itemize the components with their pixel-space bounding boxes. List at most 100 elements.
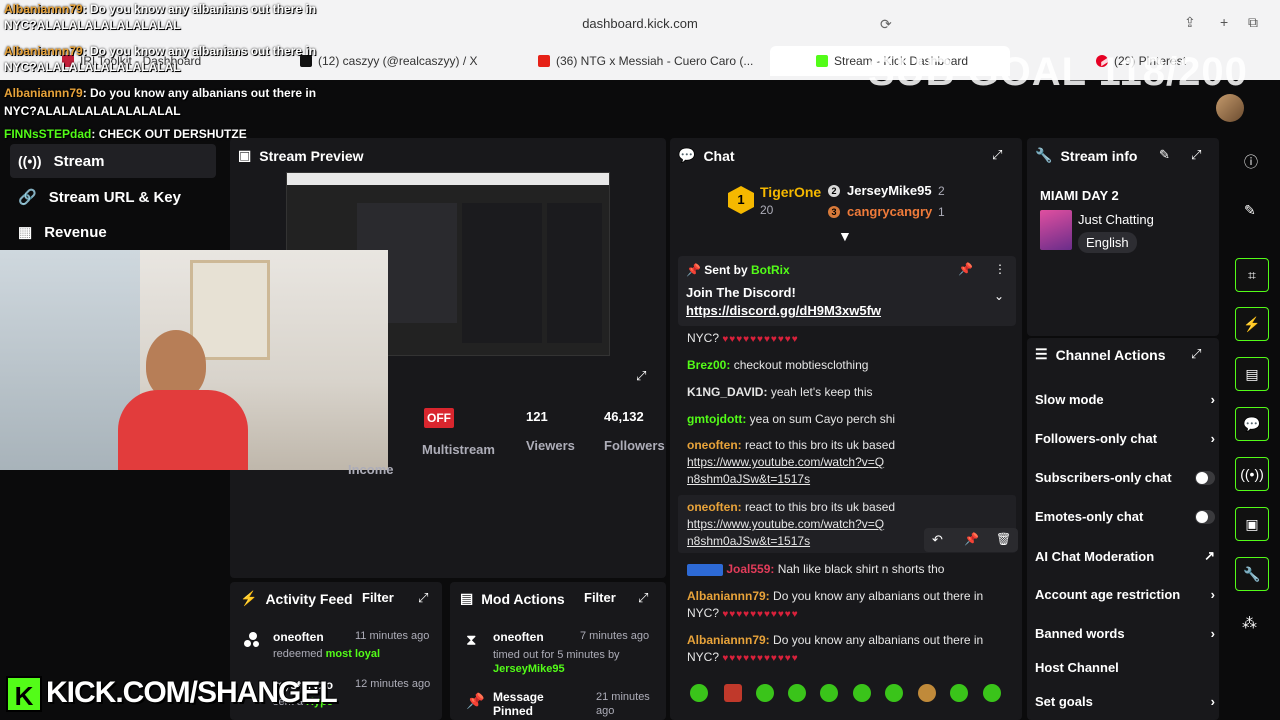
chat-message: Joal559: Nah like black shirt n shorts t… — [687, 561, 1012, 578]
panel-title: Activity Feed — [265, 590, 353, 607]
chevron-down-icon[interactable]: ⌄ — [994, 289, 1004, 303]
chat-link[interactable]: https://www.youtube.com/watch?v=Qn8shm0a… — [687, 516, 887, 550]
emote-icon[interactable] — [756, 684, 774, 702]
tab-youtube[interactable]: (36) NTG x Messiah - Cuero Caro (... — [538, 46, 758, 76]
rail-channel-actions-icon[interactable]: ▣ — [1235, 507, 1269, 541]
expand-icon[interactable]: ⤢ — [992, 147, 1002, 163]
action-emotes-only[interactable]: Emotes-only chat — [1035, 509, 1215, 524]
activity-feed-header: ⚡ Activity Feed — [240, 590, 353, 607]
webcam-overlay — [0, 250, 388, 470]
rail-rewards-icon[interactable]: ⁂ — [1242, 614, 1257, 632]
activity-filter-button[interactable]: Filter — [362, 590, 394, 605]
edit-icon[interactable]: ✎ — [1244, 202, 1256, 219]
emote-icon[interactable] — [983, 684, 1001, 702]
chat-message: oneoften: react to this bro its uk based… — [687, 438, 896, 488]
expand-icon[interactable]: ⤢ — [418, 590, 428, 606]
chat-message: Albaniannn79: Do you know any albanians … — [687, 589, 984, 620]
leader-name[interactable]: TigerOne — [760, 184, 821, 200]
mod-action-time: 7 minutes ago — [580, 630, 650, 642]
mod-action-time: 21 minutes ago — [596, 691, 650, 717]
rail-preview-icon[interactable]: ⌗ — [1235, 258, 1269, 292]
delete-icon[interactable]: 🗑 — [996, 532, 1011, 546]
category-name[interactable]: Just Chatting — [1078, 212, 1154, 227]
nav-revenue[interactable]: ▦ Revenue — [10, 215, 216, 249]
rail-stream-info-icon[interactable]: 🔧 — [1235, 557, 1269, 591]
emote-icon[interactable] — [950, 684, 968, 702]
pin-icon: 📌 — [466, 693, 485, 710]
overlay-chat-line: Albaniannn79: Do you know any albanians … — [4, 2, 317, 16]
rail-broadcast-icon[interactable]: ((•)) — [1235, 457, 1269, 491]
emote-icon[interactable] — [724, 684, 742, 702]
channel-actions-header: ☰ Channel Actions — [1035, 346, 1166, 363]
action-subscribers-only[interactable]: Subscribers-only chat — [1035, 470, 1215, 485]
mod-filter-button[interactable]: Filter — [584, 590, 616, 605]
tab-overview-icon[interactable]: ⧉ — [1248, 14, 1258, 31]
collapse-leaderboard-icon[interactable]: ▼ — [838, 228, 852, 244]
emote-icon[interactable] — [788, 684, 806, 702]
leader-count: 2 — [938, 184, 945, 198]
heart-emotes-icon: ♥♥♥♥♥♥♥♥♥♥♥ — [722, 334, 799, 345]
action-banned-words[interactable]: Banned words › — [1035, 626, 1215, 641]
emote-icon[interactable] — [690, 684, 708, 702]
activity-time: 11 minutes ago — [355, 630, 430, 642]
expand-icon[interactable]: ⤢ — [1191, 346, 1201, 362]
activity-user[interactable]: oneoften — [273, 630, 324, 644]
rail-chat-icon[interactable]: 💬 — [1235, 407, 1269, 441]
panel-title: Stream info — [1060, 147, 1138, 164]
timeout-icon[interactable]: ↶ — [932, 532, 943, 548]
tab-x[interactable]: (12) caszyy (@realcaszyy) / X — [300, 46, 510, 76]
rank-two-badge-icon: 2 — [828, 185, 840, 197]
mod-action-user[interactable]: oneoften — [493, 630, 544, 644]
stream-info-header: 🔧 Stream info — [1035, 147, 1137, 164]
share-icon[interactable]: ⇪ — [1184, 14, 1196, 31]
subscribers-only-toggle[interactable] — [1195, 470, 1215, 485]
emote-icon[interactable] — [885, 684, 903, 702]
expand-icon[interactable]: ⤢ — [636, 368, 646, 384]
expand-icon[interactable]: ⤢ — [1191, 147, 1201, 163]
emote-icon[interactable] — [820, 684, 838, 702]
pin-message-icon[interactable]: 📌 — [964, 532, 979, 546]
rail-mod-actions-icon[interactable]: ▤ — [1235, 357, 1269, 391]
action-account-age[interactable]: Account age restriction › — [1035, 587, 1215, 602]
action-ai-moderation[interactable]: AI Chat Moderation ↗ — [1035, 548, 1215, 564]
action-host-channel[interactable]: Host Channel — [1035, 660, 1215, 675]
new-tab-icon[interactable]: + — [1220, 14, 1228, 30]
leader-name[interactable]: JerseyMike95 — [847, 183, 932, 198]
broadcast-icon: ((•)) — [18, 153, 42, 169]
nav-stream-url-key[interactable]: 🔗 Stream URL & Key — [10, 180, 216, 214]
lightning-icon: ⚡ — [240, 590, 258, 606]
chevron-right-icon: › — [1210, 626, 1215, 641]
emote-icon[interactable] — [918, 684, 936, 702]
chat-header: 💬 Chat — [678, 147, 735, 164]
overlay-chat-line: FINNsSTEPdad: CHECK OUT DERSHUTZE — [4, 127, 247, 141]
panel-title: Chat — [703, 147, 735, 164]
expand-icon[interactable]: ⤢ — [638, 590, 648, 606]
avatar[interactable] — [1216, 94, 1244, 122]
unpin-icon[interactable]: 📌 — [958, 262, 973, 276]
chat-message: Brez00: checkout mobtiesclothing — [687, 358, 869, 372]
action-set-goals[interactable]: Set goals › — [1035, 694, 1215, 709]
sub-goal-overlay: SUB GOAL 118/200 — [868, 50, 1248, 94]
pinned-title: Join The Discord! — [686, 285, 796, 300]
branding-url: KICK.COM/SHANGEL — [46, 676, 338, 709]
emotes-only-toggle[interactable] — [1195, 509, 1215, 524]
message-actions: ↶ 📌 🗑 — [924, 528, 1018, 552]
emote-icon[interactable] — [853, 684, 871, 702]
rail-activity-icon[interactable]: ⚡ — [1235, 307, 1269, 341]
pinned-link[interactable]: https://discord.gg/dH9M3xw5fw — [686, 303, 881, 318]
leader-name[interactable]: cangrycangry — [847, 204, 932, 219]
nav-stream[interactable]: ((•)) Stream — [10, 144, 216, 178]
overlay-chat-line: NYC?ALALALALALALALALAL — [4, 104, 181, 118]
reload-icon[interactable]: ⟳ — [880, 16, 892, 33]
more-options-icon[interactable]: ⋮ — [994, 262, 1006, 276]
overlay-chat-line: NYC?ALALALALALALALALAL — [4, 18, 181, 32]
edit-icon[interactable]: ✎ — [1159, 147, 1170, 163]
multistream-status-badge[interactable]: OFF — [424, 408, 454, 428]
panel-title: Mod Actions — [481, 590, 565, 607]
action-slow-mode[interactable]: Slow mode › — [1035, 392, 1215, 407]
mod-actions-panel: ▤ Mod Actions Filter ⤢ ⧗ oneoften 7 minu… — [450, 582, 666, 720]
action-followers-only[interactable]: Followers-only chat › — [1035, 431, 1215, 446]
address-bar[interactable]: dashboard.kick.com — [380, 8, 900, 38]
chat-link[interactable]: https://www.youtube.com/watch?v=Qn8shm0a… — [687, 454, 887, 488]
info-icon[interactable]: ⓘ — [1244, 152, 1258, 172]
